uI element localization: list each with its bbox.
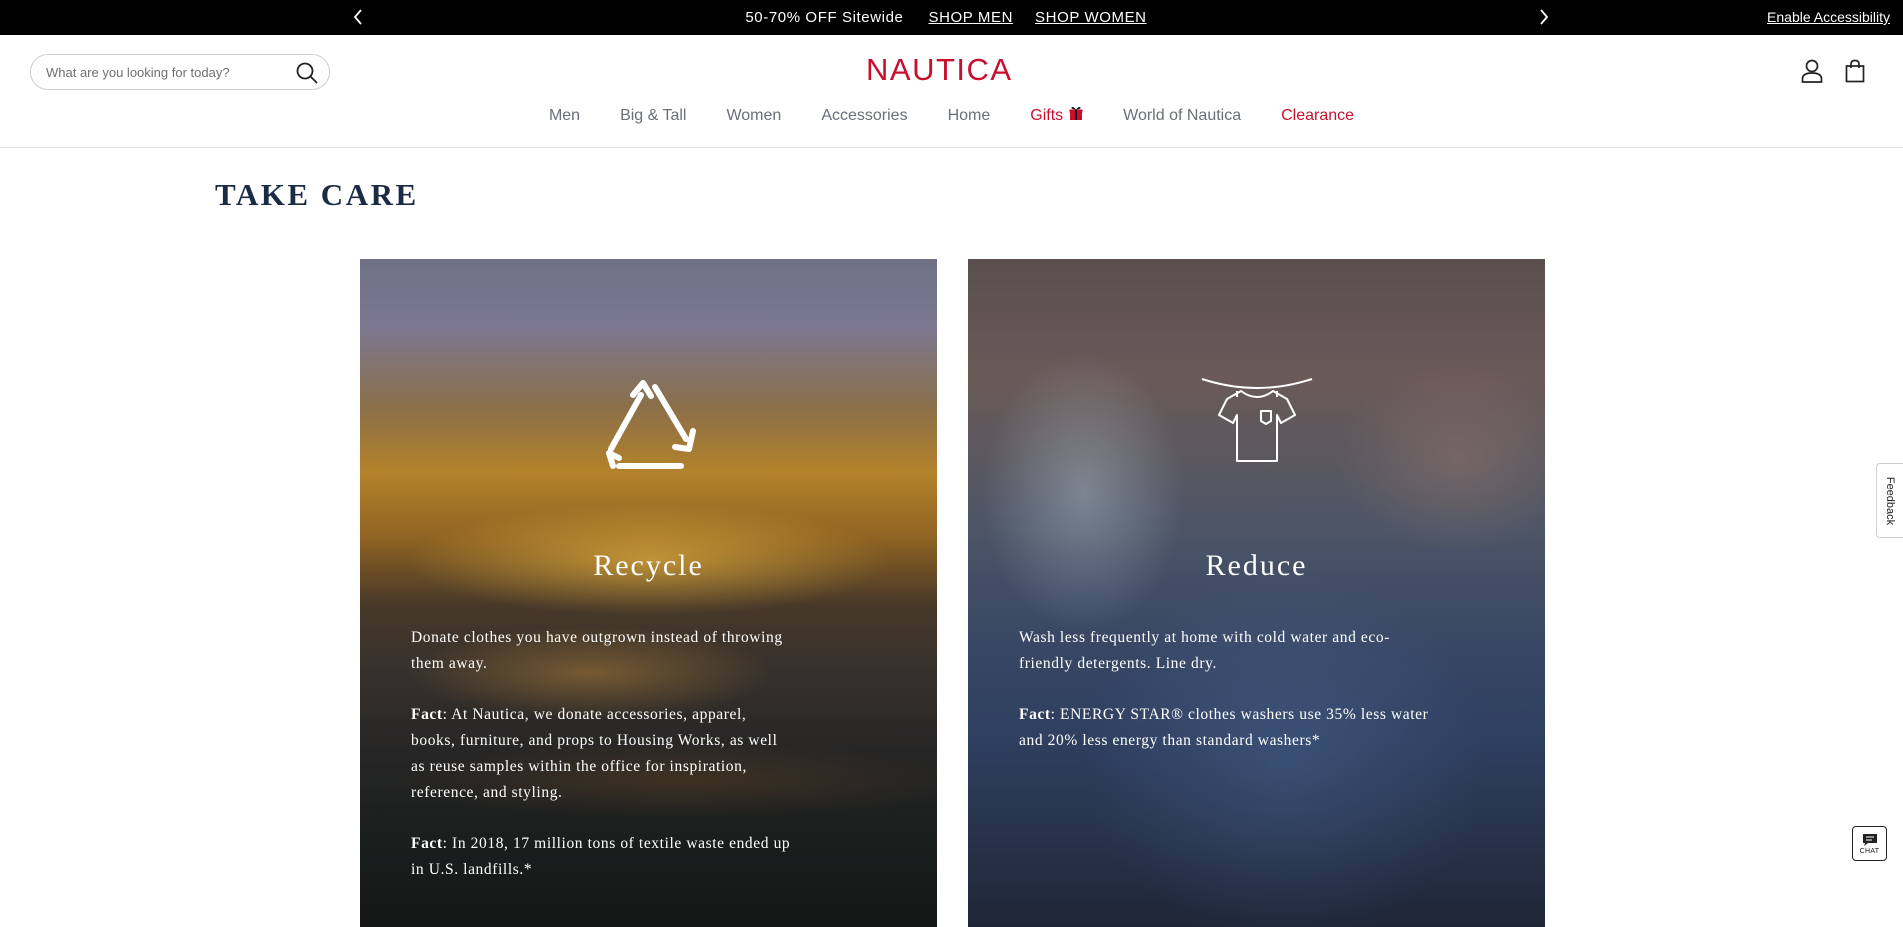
promo-offer-text: 50-70% OFF Sitewide	[745, 9, 904, 26]
main-nav: Men Big & Tall Women Accessories Home Gi…	[0, 107, 1903, 125]
page-title: TAKE CARE	[215, 177, 419, 212]
reduce-panel: Reduce Wash less frequently at home with…	[968, 259, 1545, 927]
recycle-panel: Recycle Donate clothes you have outgrown…	[360, 259, 937, 927]
promo-message: 50-70% OFF Sitewide SHOP MEN SHOP WOMEN	[0, 0, 1903, 35]
site-header: NAUTICA Men Big & Tall Women Accessories…	[0, 35, 1903, 148]
recycle-icon	[605, 380, 696, 469]
feedback-label: Feedback	[1884, 476, 1896, 525]
recycle-intro: Donate clothes you have outgrown instead…	[411, 629, 783, 672]
nav-clearance[interactable]: Clearance	[1281, 107, 1354, 125]
chat-label: CHAT	[1859, 847, 1880, 855]
recycle-fact-2: Fact: In 2018, 17 million tons of textil…	[411, 835, 791, 878]
bag-button[interactable]	[1842, 58, 1868, 84]
nav-gifts[interactable]: Gifts	[1030, 107, 1083, 125]
nautica-logo[interactable]: NAUTICA	[866, 52, 1013, 88]
recycle-fact-1: Fact: At Nautica, we donate accessories,…	[411, 706, 778, 801]
promo-bar: 50-70% OFF Sitewide SHOP MEN SHOP WOMEN …	[0, 0, 1903, 35]
enable-accessibility-link[interactable]: Enable Accessibility	[1767, 9, 1890, 25]
search-input[interactable]	[31, 64, 281, 80]
recycle-body: Donate clothes you have outgrown instead…	[411, 625, 791, 908]
recycle-heading: Recycle	[593, 549, 704, 582]
account-button[interactable]	[1799, 58, 1825, 84]
chat-bubble-icon	[1862, 833, 1877, 846]
nav-gifts-label: Gifts	[1030, 107, 1064, 124]
shopping-bag-icon	[1845, 59, 1865, 83]
promo-next-button[interactable]	[1534, 7, 1554, 27]
nav-home[interactable]: Home	[948, 107, 991, 125]
search-box	[30, 54, 330, 90]
shop-women-link[interactable]: SHOP WOMEN	[1035, 9, 1147, 26]
chat-button[interactable]: CHAT	[1852, 826, 1887, 861]
nav-men[interactable]: Men	[549, 107, 580, 125]
nav-accessories[interactable]: Accessories	[821, 107, 907, 125]
user-icon	[1801, 59, 1823, 83]
feedback-tab[interactable]: Feedback	[1876, 463, 1903, 538]
chevron-right-icon	[1540, 9, 1549, 25]
reduce-body: Wash less frequently at home with cold w…	[1019, 625, 1439, 779]
nav-women[interactable]: Women	[726, 107, 781, 125]
nav-world-of-nautica[interactable]: World of Nautica	[1123, 107, 1241, 125]
search-icon[interactable]	[295, 61, 319, 85]
reduce-heading: Reduce	[1205, 549, 1308, 582]
gift-icon	[1069, 107, 1083, 120]
shop-men-link[interactable]: SHOP MEN	[929, 9, 1014, 26]
nav-big-tall[interactable]: Big & Tall	[620, 107, 686, 125]
reduce-fact-1: Fact: ENERGY STAR® clothes washers use 3…	[1019, 706, 1429, 749]
reduce-intro: Wash less frequently at home with cold w…	[1019, 629, 1391, 672]
tshirt-clothesline-icon	[1201, 378, 1312, 462]
